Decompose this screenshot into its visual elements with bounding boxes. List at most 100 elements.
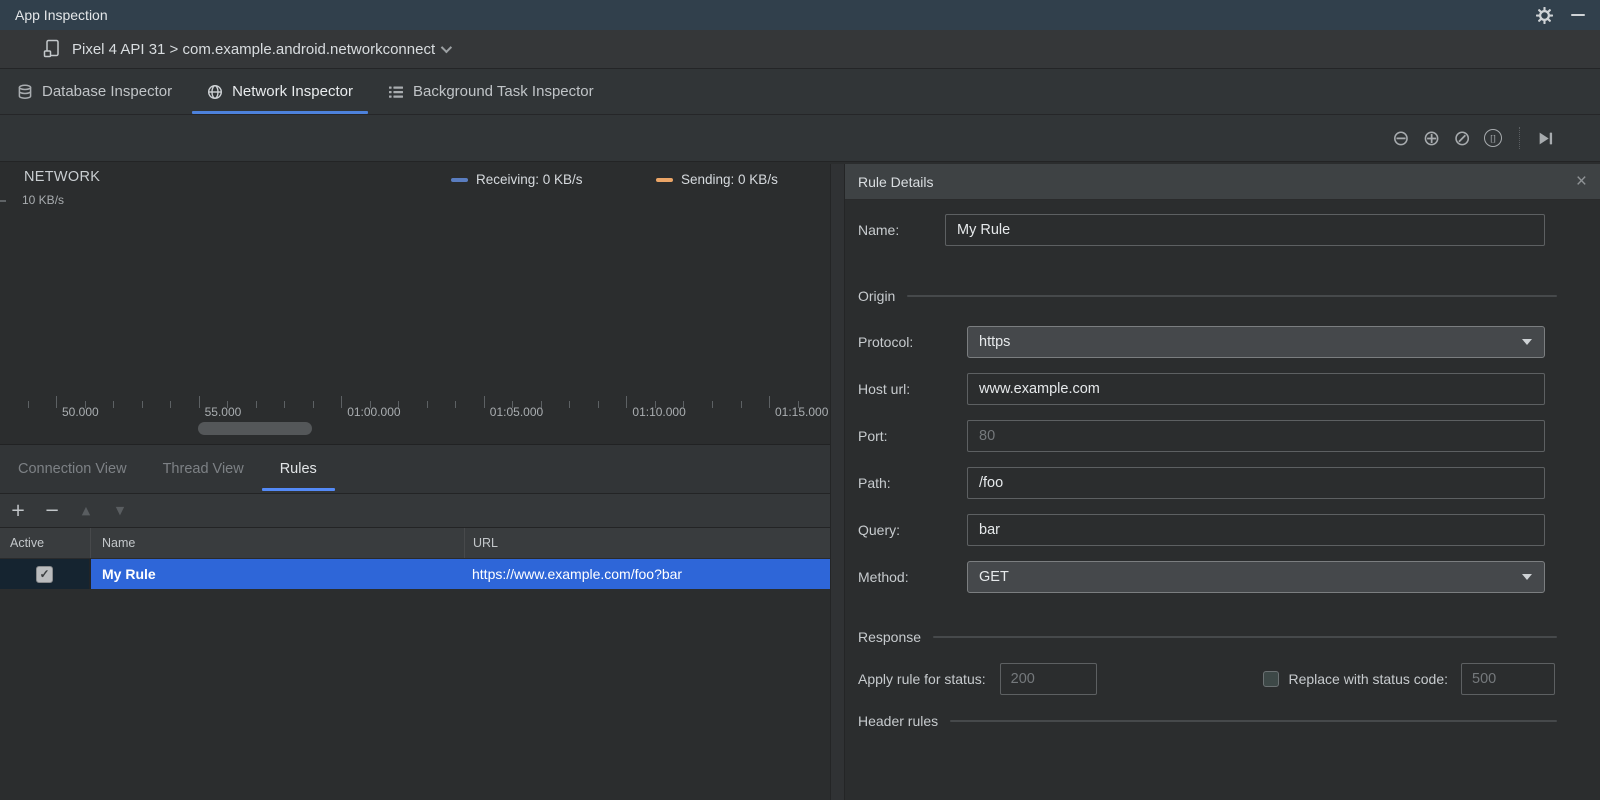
table-row[interactable]: ✓ My Rule https://www.example.com/foo?ba… (0, 559, 830, 589)
method-label: Method: (858, 569, 909, 585)
protocol-dropdown[interactable]: https (967, 326, 1545, 358)
device-bar: Pixel 4 API 31 > com.example.android.net… (0, 30, 1600, 69)
protocol-value: https (979, 334, 1011, 350)
sending-swatch (656, 177, 673, 182)
name-label: Name: (858, 222, 900, 238)
host-label: Host url: (858, 381, 911, 397)
origin-section-title: Origin (858, 288, 896, 304)
query-input[interactable] (967, 514, 1545, 546)
app-inspection-window: App Inspection Pixel 4 API 31 > com.exam… (0, 0, 1600, 800)
tab-label: Background Task Inspector (412, 83, 594, 100)
database-icon (17, 84, 33, 100)
tab-connection-view[interactable]: Connection View (0, 445, 145, 493)
receiving-swatch (451, 177, 468, 182)
timeline-scrollbar-thumb[interactable] (198, 422, 312, 435)
response-status-row: Apply rule for status: Replace with stat… (858, 663, 1600, 695)
tab-label: Thread View (162, 461, 244, 477)
view-tab-bar: Connection View Thread View Rules (0, 445, 830, 493)
apply-rule-label: Apply rule for status: (858, 671, 986, 687)
path-input[interactable] (967, 467, 1545, 499)
gear-icon[interactable] (1536, 6, 1553, 24)
device-process-selector[interactable]: Pixel 4 API 31 > com.example.android.net… (43, 39, 453, 59)
tab-background-task-inspector[interactable]: Background Task Inspector (373, 69, 609, 114)
tab-label: Database Inspector (42, 83, 173, 100)
response-section-title: Response (858, 629, 922, 645)
column-header-name[interactable]: Name (91, 528, 465, 558)
rules-toolbar: + − ▲ ▼ (0, 493, 830, 528)
tab-label: Network Inspector (232, 83, 353, 100)
inspector-tab-bar: Database Inspector Network Inspector Bac… (0, 69, 1600, 115)
response-section: Response (858, 629, 1600, 645)
rule-details-header: Rule Details × (845, 164, 1600, 200)
timeline-toolbar: ⊖ ⊕ ⊘ [ ] (0, 115, 1600, 162)
legend-receiving: Receiving: 0 KB/s (451, 172, 583, 187)
rule-details-panel: Rule Details × Name: Origin Protocol: ht… (845, 164, 1600, 800)
tab-label: Rules (279, 461, 317, 477)
path-label: Path: (858, 475, 891, 491)
time-axis: 50.000 55.000 01:00.000 01:05.000 01:10.000 0… (0, 396, 830, 420)
tab-network-inspector[interactable]: Network Inspector (192, 69, 368, 114)
rules-table: Active Name URL ✓ My Rule https://www.ex… (0, 528, 830, 589)
rules-table-header: Active Name URL (0, 528, 830, 559)
host-url-input[interactable] (967, 373, 1545, 405)
active-cell: ✓ (0, 559, 91, 589)
legend-sending: Sending: 0 KB/s (656, 172, 778, 187)
replace-status-input[interactable] (1461, 663, 1555, 695)
add-rule-button[interactable]: + (10, 501, 26, 520)
network-chart: NETWORK Receiving: 0 KB/s Sending: 0 KB/… (0, 164, 830, 445)
column-header-url[interactable]: URL (465, 528, 830, 558)
skip-to-end-button[interactable] (1537, 130, 1554, 147)
close-icon[interactable]: × (1576, 172, 1587, 191)
device-selector-label: Pixel 4 API 31 > com.example.android.net… (72, 40, 436, 58)
y-axis-tick (0, 200, 6, 202)
globe-icon (207, 84, 223, 100)
zoom-in-button[interactable]: ⊕ (1423, 127, 1441, 149)
origin-section: Origin (858, 288, 1600, 304)
title-bar: App Inspection (0, 0, 1600, 30)
url-cell: https://www.example.com/foo?bar (464, 559, 830, 589)
name-cell: My Rule (91, 559, 464, 589)
name-input[interactable] (945, 214, 1545, 246)
tab-rules[interactable]: Rules (261, 445, 335, 493)
active-checkbox[interactable]: ✓ (36, 565, 53, 583)
column-header-active[interactable]: Active (0, 528, 91, 558)
task-list-icon (388, 84, 404, 100)
toolbar-separator (1519, 127, 1520, 149)
header-rules-section: Header rules (858, 713, 1600, 729)
port-label: Port: (858, 428, 888, 444)
chevron-down-icon (440, 41, 453, 54)
port-input[interactable] (967, 420, 1545, 452)
panel-splitter[interactable] (830, 164, 845, 800)
apply-status-input[interactable] (999, 663, 1097, 695)
legend-sending-label: Sending: 0 KB/s (681, 172, 778, 187)
replace-status-checkbox[interactable] (1263, 671, 1280, 687)
tab-label: Connection View (18, 461, 127, 477)
chevron-down-icon (1522, 574, 1532, 580)
reset-zoom-button[interactable]: ⊘ (1453, 127, 1471, 149)
chevron-down-icon (1522, 339, 1532, 345)
phone-icon (43, 39, 62, 59)
chart-title: NETWORK (24, 169, 101, 185)
window-title: App Inspection (15, 7, 108, 23)
panel-title: Rule Details (858, 173, 934, 190)
tab-database-inspector[interactable]: Database Inspector (2, 69, 187, 114)
y-axis-label: 10 KB/s (22, 193, 65, 207)
section-divider (933, 636, 1557, 638)
rule-details-form: Name: Origin Protocol: https Host url: (845, 200, 1600, 800)
move-up-button[interactable]: ▲ (78, 505, 94, 516)
legend-receiving-label: Receiving: 0 KB/s (476, 172, 583, 187)
minimize-icon[interactable] (1571, 14, 1585, 16)
section-divider (950, 720, 1557, 722)
header-rules-section-title: Header rules (858, 713, 939, 729)
move-down-button[interactable]: ▼ (112, 505, 128, 516)
method-dropdown[interactable]: GET (967, 561, 1545, 593)
query-label: Query: (858, 522, 901, 538)
section-divider (907, 295, 1557, 297)
replace-status-label: Replace with status code: (1288, 671, 1448, 687)
zoom-to-selection-button[interactable]: [ ] (1484, 129, 1502, 147)
zoom-out-button[interactable]: ⊖ (1392, 127, 1410, 149)
tab-thread-view[interactable]: Thread View (145, 445, 262, 493)
remove-rule-button[interactable]: − (44, 501, 60, 520)
method-value: GET (979, 569, 1009, 585)
network-inspector-left-panel: NETWORK Receiving: 0 KB/s Sending: 0 KB/… (0, 164, 830, 800)
